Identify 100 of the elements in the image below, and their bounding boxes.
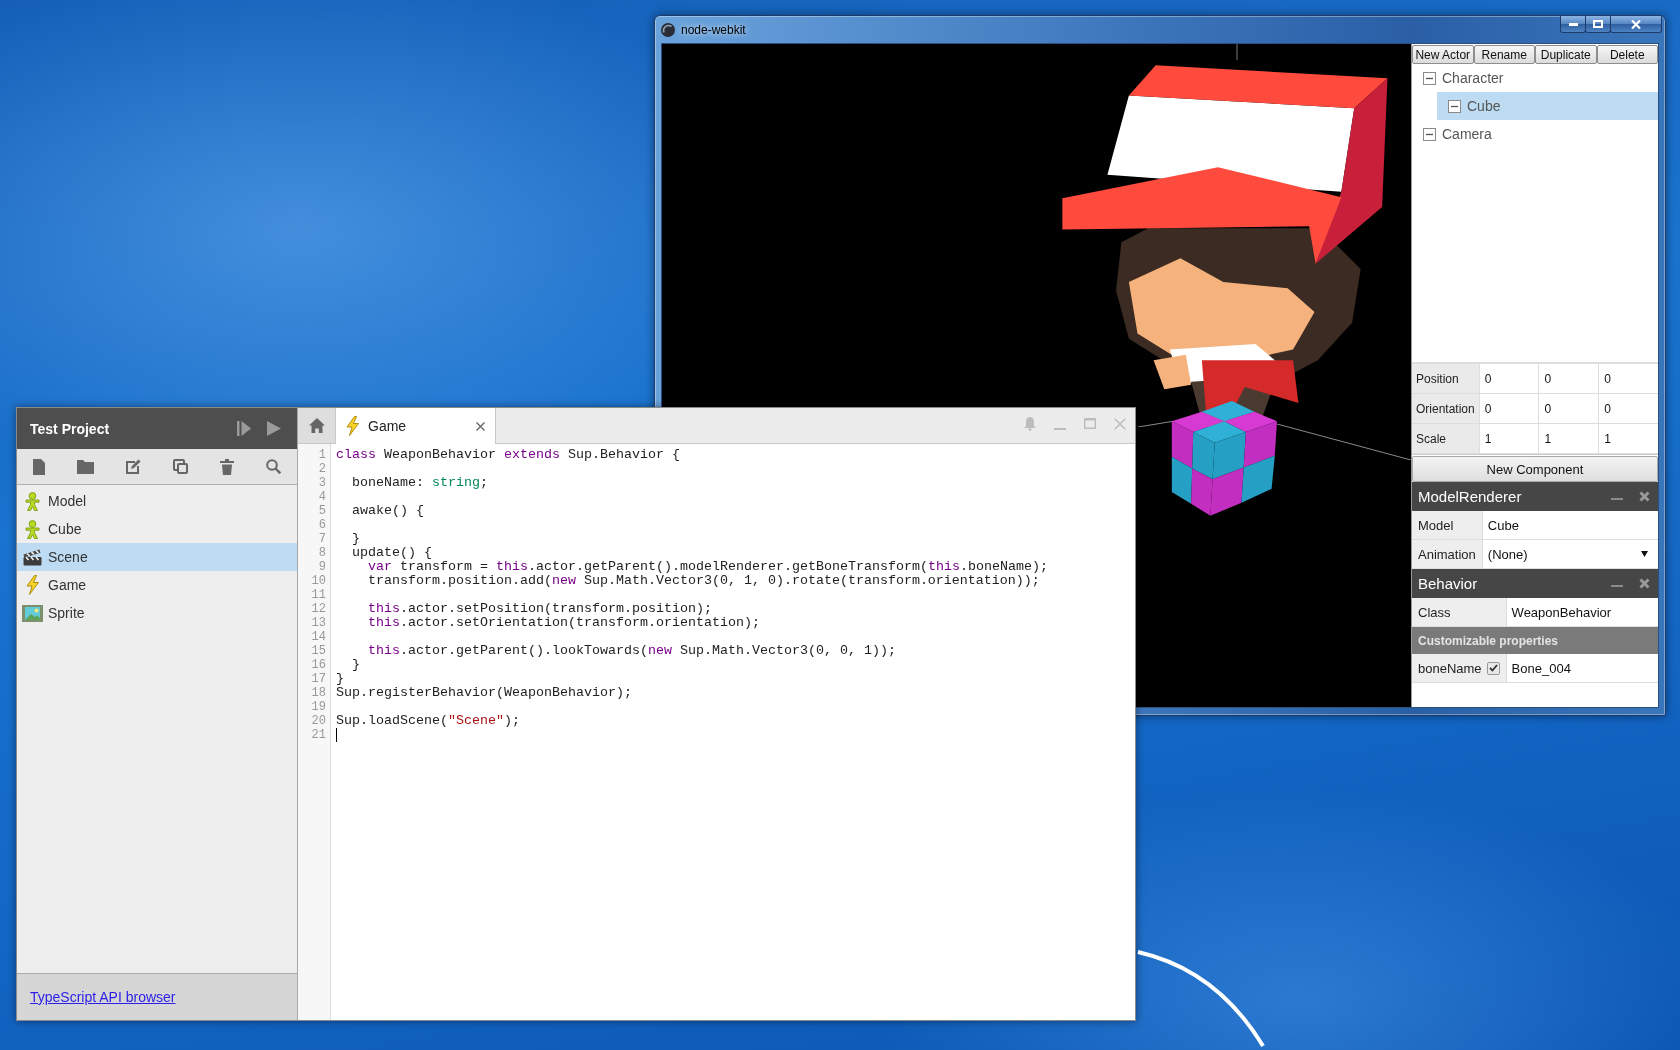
trash-icon[interactable] (220, 458, 234, 475)
app-icon (661, 22, 675, 37)
code-line: Sup.registerBehavior(WeaponBehavior); (336, 686, 632, 700)
maximize-icon (1593, 20, 1603, 28)
line-number: 9 (317, 560, 327, 574)
close-icon (1631, 19, 1641, 29)
axis-line (1236, 44, 1238, 60)
editor-tab[interactable]: Game (336, 408, 496, 444)
number-field[interactable]: 0 (1538, 364, 1599, 394)
new-component-button[interactable]: New Component (1412, 456, 1658, 482)
tree-item[interactable]: Cube (1437, 92, 1658, 120)
property-label: Position (1412, 364, 1479, 394)
property-label: Model (1412, 511, 1482, 540)
minus-icon[interactable] (1611, 584, 1623, 587)
line-number: 16 (310, 658, 327, 672)
axis-line (1138, 421, 1175, 427)
asset-item[interactable]: Scene (17, 543, 297, 571)
asset-item[interactable]: Sprite (17, 599, 297, 627)
play-icon[interactable] (267, 421, 281, 436)
asset-item[interactable]: Game (17, 571, 297, 599)
toolbar-button[interactable]: Duplicate (1535, 45, 1597, 64)
checkbox[interactable] (1486, 661, 1500, 675)
number-field[interactable]: 0 (1478, 364, 1539, 394)
line-number: 6 (317, 518, 327, 532)
collapse-icon[interactable] (1423, 71, 1436, 85)
component-title: Behavior (1418, 575, 1479, 592)
person-icon (24, 491, 40, 511)
close-icon[interactable] (1639, 491, 1650, 502)
line-number: 18 (310, 686, 327, 700)
component-title: ModelRenderer (1418, 488, 1523, 505)
asset-item[interactable]: Model (17, 487, 297, 515)
text-field[interactable]: WeaponBehavior (1505, 598, 1658, 627)
code-line: transform.position.add(new Sup.Math.Vector3(0, 1, 0).rotate(transform.orientation)); (367, 574, 1040, 588)
section-header: Customizable properties (1412, 627, 1658, 654)
line-number: 15 (310, 644, 327, 658)
close-button[interactable] (1610, 16, 1662, 33)
collapse-icon[interactable] (1423, 127, 1436, 141)
line-number: 3 (317, 476, 327, 490)
folder-icon[interactable] (77, 459, 94, 474)
code-line: boneName: string; (351, 476, 488, 490)
property-label: Scale (1412, 424, 1479, 454)
edit-icon[interactable] (126, 459, 141, 474)
text-field[interactable]: Bone_004 (1505, 654, 1658, 683)
text-field[interactable]: Cube (1481, 511, 1658, 540)
toolbar-button[interactable]: Rename (1473, 45, 1535, 64)
number-field[interactable]: 0 (1598, 394, 1658, 424)
number-field[interactable]: 0 (1538, 394, 1599, 424)
step-play-icon[interactable] (237, 421, 251, 436)
number-field[interactable]: 1 (1598, 424, 1658, 454)
lightning-icon (346, 416, 359, 436)
asset-item[interactable]: Cube (17, 515, 297, 543)
line-number: 4 (317, 490, 327, 504)
maximize-button[interactable] (1585, 16, 1611, 33)
collapse-icon[interactable] (1448, 99, 1461, 113)
line-number: 2 (317, 462, 327, 476)
code-line: } (351, 658, 360, 672)
property-label: Orientation (1412, 394, 1479, 424)
close-icon[interactable] (476, 421, 485, 431)
line-number: 12 (310, 602, 327, 616)
line-number: 21 (310, 728, 327, 742)
line-number: 20 (310, 714, 327, 728)
file-icon[interactable] (33, 458, 45, 475)
toolbar-button[interactable]: New Actor (1412, 45, 1474, 64)
minimize-icon (1568, 22, 1578, 26)
property-label: boneName (1418, 660, 1482, 676)
code-line: } (336, 672, 344, 686)
tree-item[interactable]: Camera (1412, 120, 1658, 148)
line-number: 17 (310, 672, 327, 686)
code-line: var transform = this.actor.getParent().modelRenderer.getBoneTransform(this.boneName); (367, 560, 1048, 574)
project-title: Test Project (30, 420, 111, 437)
number-field[interactable]: 1 (1478, 424, 1539, 454)
line-number: 7 (317, 532, 327, 546)
search-icon[interactable] (266, 459, 281, 474)
lightning-icon (25, 575, 39, 595)
code-line: this.actor.setPosition(transform.position); (367, 602, 712, 616)
close-icon[interactable] (1639, 578, 1650, 589)
toolbar-button[interactable]: Delete (1596, 45, 1658, 64)
property-label: Animation (1412, 540, 1482, 569)
clapperboard-icon (22, 548, 42, 566)
line-number: 11 (310, 588, 327, 602)
minimize-button[interactable] (1560, 16, 1586, 33)
person-icon (24, 519, 40, 539)
code-line: this.actor.getParent().lookTowards(new Sup.Math.Vector3(0, 0, 1)); (367, 644, 896, 658)
number-field[interactable]: 1 (1538, 424, 1599, 454)
caret-icon (1641, 551, 1648, 557)
code-line: class WeaponBehavior extends Sup.Behavior { (336, 448, 680, 462)
number-field[interactable]: 0 (1478, 394, 1539, 424)
duplicate-icon[interactable] (173, 459, 188, 474)
tree-item[interactable]: Character (1412, 64, 1658, 92)
home-button[interactable] (298, 408, 336, 443)
window-title: node-webkit (681, 22, 746, 37)
minus-icon[interactable] (1611, 497, 1623, 500)
line-number: 1 (317, 448, 327, 462)
dropdown[interactable]: (None) (1481, 540, 1658, 569)
line-number: 19 (310, 700, 327, 714)
code-line: } (351, 532, 360, 546)
line-number: 13 (310, 616, 327, 630)
line-number: 10 (310, 574, 327, 588)
api-browser-link[interactable]: TypeScript API browser (30, 989, 176, 1005)
number-field[interactable]: 0 (1598, 364, 1658, 394)
